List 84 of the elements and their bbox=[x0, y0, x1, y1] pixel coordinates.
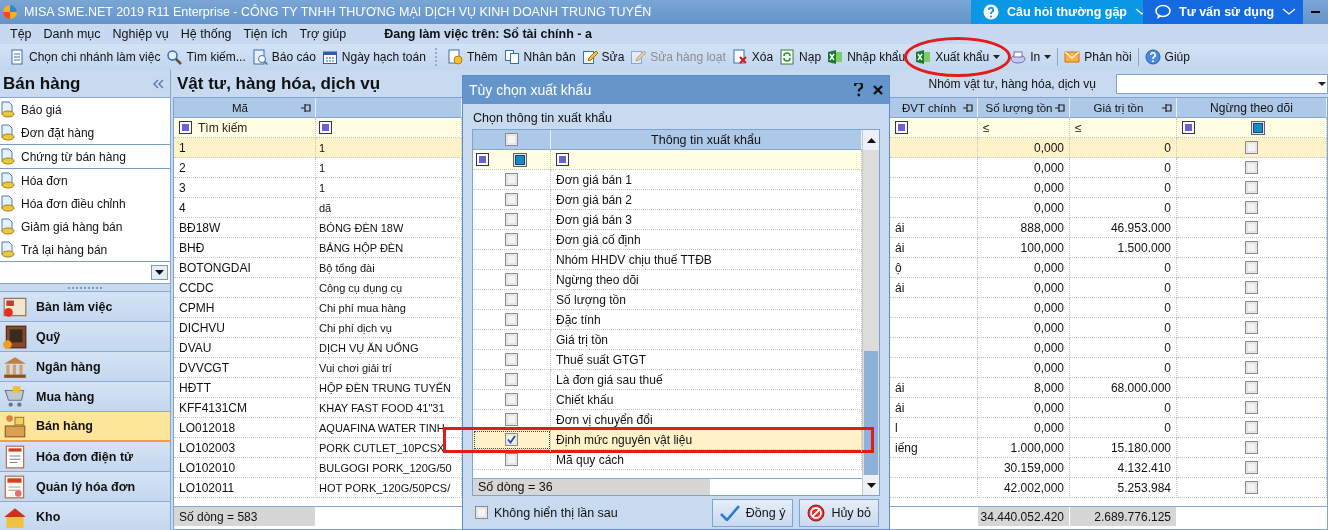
table-cell: 42.002,000 bbox=[978, 478, 1070, 498]
summary-cell: Số dòng = 583 bbox=[174, 507, 316, 526]
panel-title: Bán hàng bbox=[3, 73, 81, 94]
table-cell: 0 bbox=[1070, 158, 1177, 178]
table-cell: Ngừng theo dõi bbox=[556, 272, 639, 287]
dialog-title: Tùy chọn xuất khẩu bbox=[469, 82, 593, 98]
table-cell: 0 bbox=[1070, 258, 1177, 278]
column-header: Giá trị tồn bbox=[1070, 98, 1177, 118]
summary-cell: 2.689.776.125 bbox=[1070, 507, 1177, 526]
column-header: Thông tin xuất khẩu bbox=[551, 130, 862, 150]
table-cell: Đơn giá bán 3 bbox=[556, 212, 632, 227]
table-cell: Đơn giá bán 2 bbox=[556, 192, 632, 207]
table-cell: 0 bbox=[1070, 138, 1177, 158]
row-count: Số dòng = 36 bbox=[473, 479, 710, 495]
summary-cell: 34.440.052.420 bbox=[978, 507, 1070, 526]
page-title: Vật tư, hàng hóa, dịch vụ bbox=[177, 73, 381, 94]
table-cell: KFF4131CM bbox=[174, 398, 316, 418]
table-cell: 30.159,000 bbox=[978, 458, 1070, 478]
table-cell: Chiết khấu bbox=[556, 392, 614, 407]
table-cell: CCDC bbox=[174, 278, 316, 298]
table-cell: 1 bbox=[174, 138, 316, 158]
table-cell: 0 bbox=[1070, 278, 1177, 298]
table-cell: 2 bbox=[174, 158, 316, 178]
table-cell: LO102010 bbox=[174, 458, 316, 478]
column-header: Mã bbox=[174, 98, 316, 118]
table-cell: DICHVU bbox=[174, 318, 316, 338]
workspace-label: Đang làm việc trên: Sổ tài chính - a bbox=[384, 27, 592, 41]
window-title: MISA SME.NET 2019 R11 Enterprise - CÔNG TY TNHH THƯƠNG MẠI DỊCH VỤ KINH DOANH TRUNG TUYẾN bbox=[24, 5, 652, 19]
table-cell: 0,000 bbox=[978, 138, 1070, 158]
table-cell: Nhóm HHDV chịu thuế TTĐB bbox=[556, 252, 712, 267]
table-cell: HĐTT bbox=[174, 378, 316, 398]
column-header: Số lượng tồn bbox=[978, 98, 1070, 118]
column-header: Ngừng theo dõi bbox=[1177, 98, 1327, 118]
table-cell: 0,000 bbox=[978, 178, 1070, 198]
filter-label: Nhóm vật tư, hàng hóa, dịch vụ bbox=[928, 76, 1096, 91]
table-cell: 0,000 bbox=[978, 298, 1070, 318]
table-cell: 5.253.984 bbox=[1070, 478, 1177, 498]
table-cell: 0,000 bbox=[978, 418, 1070, 438]
table-cell: Số lượng tồn bbox=[556, 292, 626, 307]
table-cell: 888,000 bbox=[978, 218, 1070, 238]
table-cell: 0 bbox=[1070, 178, 1177, 198]
table-cell: BOTONGDAI bbox=[174, 258, 316, 278]
table-cell: LO102011 bbox=[174, 478, 316, 498]
table-cell: Là đơn giá sau thuế bbox=[556, 372, 663, 387]
table-cell: 0 bbox=[1070, 418, 1177, 438]
table-cell: LO012018 bbox=[174, 418, 316, 438]
table-cell: 0,000 bbox=[978, 358, 1070, 378]
table-cell: 0,000 bbox=[978, 198, 1070, 218]
table-cell: 4 bbox=[174, 198, 316, 218]
table-cell: 0,000 bbox=[978, 318, 1070, 338]
table-cell: BĐ18W bbox=[174, 218, 316, 238]
table-cell: 0 bbox=[1070, 338, 1177, 358]
table-cell: DVAU bbox=[174, 338, 316, 358]
table-cell: 0 bbox=[1070, 358, 1177, 378]
table-cell: 0,000 bbox=[978, 398, 1070, 418]
table-cell: 0,000 bbox=[978, 158, 1070, 178]
table-cell: CPMH bbox=[174, 298, 316, 318]
table-cell: 68.000.000 bbox=[1070, 378, 1177, 398]
table-cell: Đặc tính bbox=[556, 312, 601, 327]
table-cell: 46.953.000 bbox=[1070, 218, 1177, 238]
table-cell: 4.132.410 bbox=[1070, 458, 1177, 478]
table-cell: 0 bbox=[1070, 298, 1177, 318]
table-cell: Giá trị tồn bbox=[556, 332, 609, 347]
table-cell: 0 bbox=[1070, 198, 1177, 218]
table-cell: Mã quy cách bbox=[556, 452, 625, 467]
table-cell: 0,000 bbox=[978, 338, 1070, 358]
section-label: Chọn thông tin xuất khẩu bbox=[472, 110, 613, 127]
table-cell: Đơn giá cố định bbox=[556, 232, 641, 247]
table-cell: 0 bbox=[1070, 398, 1177, 418]
table-cell: LO102003 bbox=[174, 438, 316, 458]
table-cell: 0,000 bbox=[978, 278, 1070, 298]
table-cell: 8,000 bbox=[978, 378, 1070, 398]
table-cell: 3 bbox=[174, 178, 316, 198]
table-cell: 100,000 bbox=[978, 238, 1070, 258]
checkbox-label: Không hiển thị lần sau bbox=[494, 505, 618, 520]
table-cell: 1.500.000 bbox=[1070, 238, 1177, 258]
table-cell: Thuế suất GTGT bbox=[556, 352, 647, 367]
table-cell: BHĐ bbox=[174, 238, 316, 258]
table-cell: 0 bbox=[1070, 318, 1177, 338]
column-header: ĐVT chính bbox=[890, 98, 978, 118]
table-cell: DVVCGT bbox=[174, 358, 316, 378]
table-cell: 15.180.000 bbox=[1070, 438, 1177, 458]
table-cell: 1.000,000 bbox=[978, 438, 1070, 458]
table-cell: 0,000 bbox=[978, 258, 1070, 278]
